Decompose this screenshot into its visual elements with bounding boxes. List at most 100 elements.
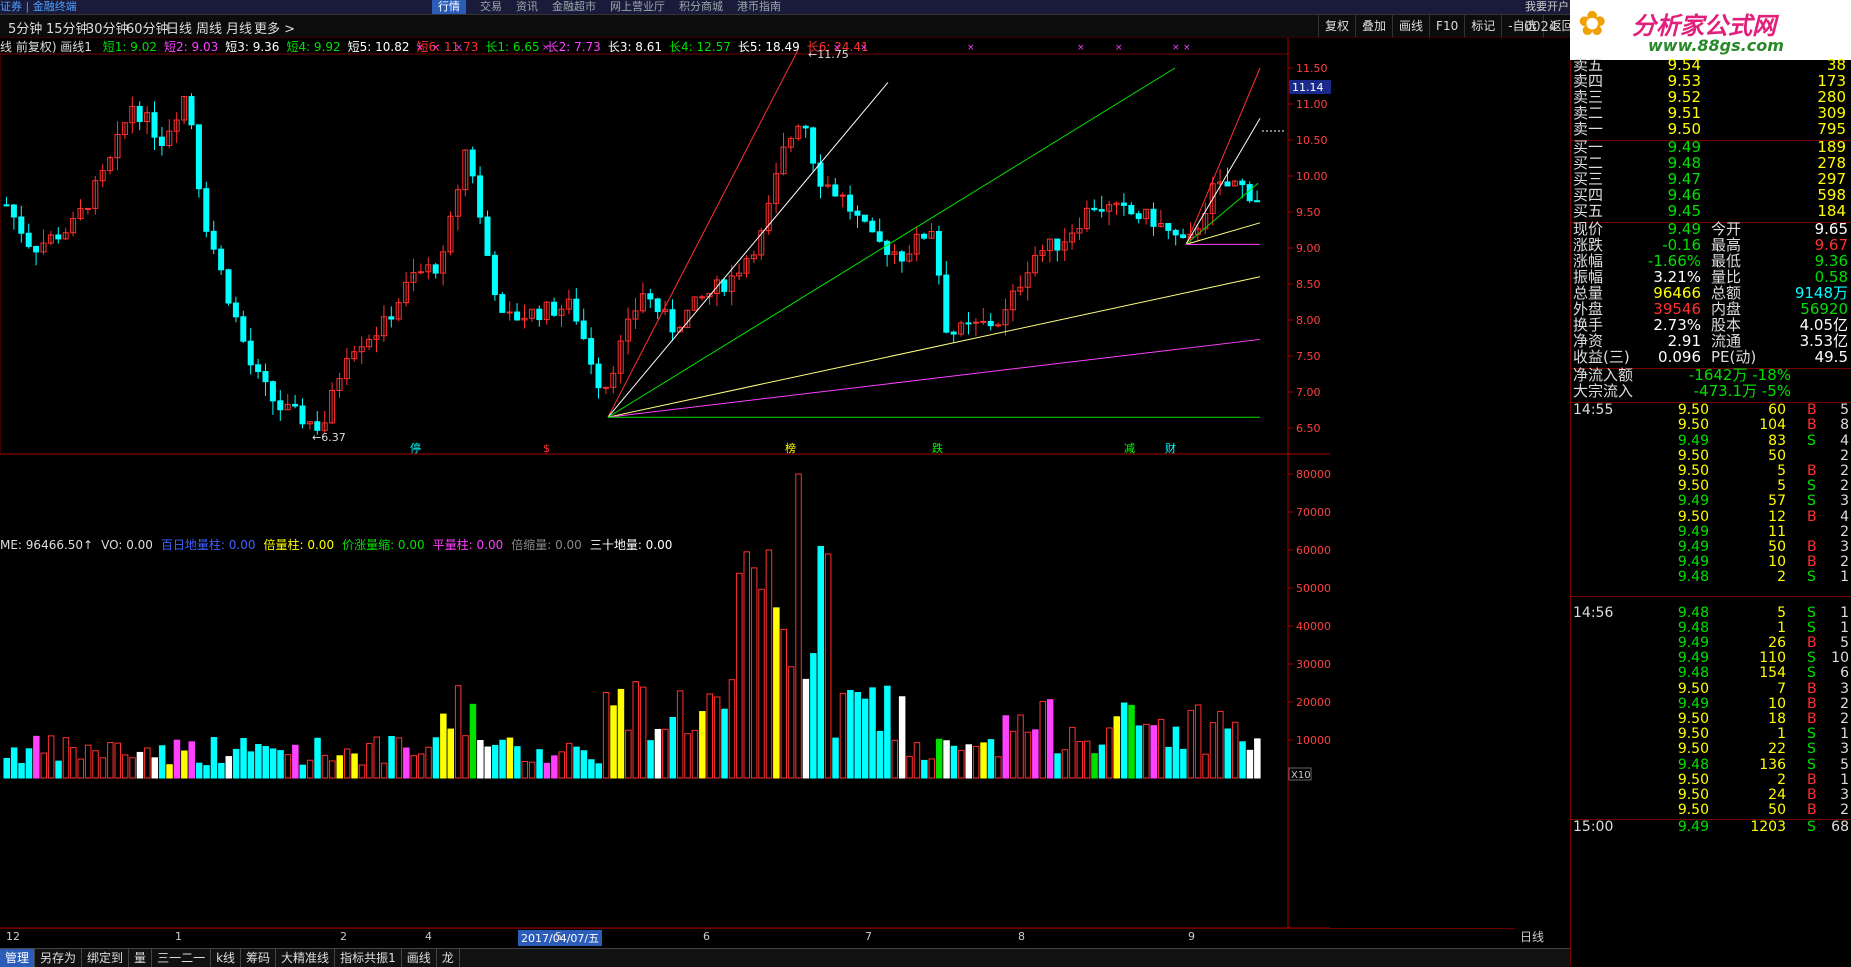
price-axis-label: 10.50: [1296, 134, 1328, 147]
signal-marker: ×: [1077, 43, 1085, 53]
kline-chart[interactable]: 11.50 11.00 10.50 10.00 9.50 9.00 8.50 8.00 7.50…: [0, 0, 1570, 966]
event-marker[interactable]: 榜: [785, 441, 796, 455]
volume-indicator: 平量柱: 0.00: [432, 538, 504, 552]
flow-value: -473.1万 -5%: [1661, 382, 1791, 401]
volume-bar: [491, 744, 499, 779]
signal-marker: ×: [455, 43, 463, 53]
bottom-tab[interactable]: 筹码: [241, 949, 277, 967]
candle-body: [195, 124, 202, 190]
bottom-tab[interactable]: 管理: [0, 949, 36, 967]
trend-line[interactable]: [607, 67, 1176, 418]
candle-body: [898, 251, 905, 262]
tick-time: 15:00: [1573, 819, 1614, 836]
volume-bar: [565, 742, 573, 779]
event-marker[interactable]: $: [543, 442, 550, 455]
bottom-tab[interactable]: 三一二一: [152, 949, 212, 967]
bottom-tab[interactable]: 绑定到: [82, 949, 130, 967]
volume-axis-label: 10000: [1296, 734, 1331, 747]
volume-bar: [114, 742, 121, 779]
time-tick: 12: [6, 930, 20, 943]
volume-bar: [1165, 746, 1172, 779]
volume-indicator: 倍量柱: 0.00: [263, 538, 335, 552]
candle-body: [1135, 213, 1142, 220]
candle-body: [151, 112, 158, 138]
volume-bar: [277, 750, 284, 779]
volume-bar: [188, 741, 195, 779]
candle-body: [588, 338, 595, 365]
candle-body: [158, 136, 165, 146]
volume-bar: [129, 757, 136, 779]
volume-bar: [195, 762, 203, 779]
tick-row: 9.48 2 S 1: [1571, 568, 1851, 586]
candle-body: [602, 386, 609, 389]
event-marker[interactable]: 跌: [932, 441, 943, 455]
volume-bar: [580, 750, 588, 779]
volume-bar: [617, 688, 625, 779]
candle-body: [1091, 207, 1098, 211]
candle-body: [1165, 223, 1172, 231]
candle-body: [573, 298, 580, 322]
volume-bar: [210, 737, 218, 779]
trend-line[interactable]: [1185, 118, 1261, 245]
volume-axis-label: 60000: [1296, 544, 1331, 557]
divider: [1571, 596, 1851, 598]
volume-bar: [995, 756, 1002, 779]
candle-body: [499, 294, 506, 313]
trend-line[interactable]: [1185, 182, 1259, 245]
bottom-tab[interactable]: 量: [129, 949, 153, 967]
volume-bar: [1076, 740, 1083, 779]
candle-body: [314, 421, 321, 431]
volume-bar: [144, 747, 151, 779]
volume-bar: [1194, 704, 1202, 779]
volume-bar: [70, 747, 77, 779]
volume-bar: [321, 754, 329, 779]
stat-label: PE(动): [1711, 348, 1757, 366]
time-tick: 7: [865, 930, 872, 943]
volume-bar: [1046, 699, 1054, 779]
bottom-tab[interactable]: 大精准线: [276, 949, 336, 967]
candle-body: [965, 322, 972, 325]
trend-line[interactable]: [607, 338, 1261, 418]
volume-bar: [536, 749, 543, 779]
bottom-tabs: 管理 另存为 绑定到量三一二一 k线 筹码 大精准线 指标共振1 画线龙: [0, 948, 1570, 967]
trend-line[interactable]: [607, 49, 799, 418]
tick-count: 2: [1840, 802, 1849, 819]
candle-body: [1180, 234, 1187, 239]
volume-bar: [410, 755, 417, 779]
signal-marker: ×: [1172, 43, 1180, 53]
price-axis-label: 8.00: [1296, 314, 1321, 327]
bottom-tab[interactable]: 指标共振1: [335, 949, 402, 967]
event-marker[interactable]: 停: [410, 441, 421, 455]
volume-bar: [25, 748, 33, 779]
candle-body: [551, 301, 558, 316]
volume-bar: [440, 713, 447, 779]
volume-bar: [255, 743, 262, 779]
volume-bar: [3, 757, 10, 779]
volume-bar: [403, 747, 410, 779]
volume-bar: [225, 756, 232, 779]
candles: [3, 93, 1261, 435]
volume-bar: [84, 744, 92, 779]
candle-body: [876, 231, 883, 242]
volume-bar: [1202, 753, 1209, 779]
volume-bar: [33, 735, 40, 779]
bottom-tab[interactable]: 画线: [402, 949, 437, 967]
bottom-tab[interactable]: 另存为: [35, 949, 83, 967]
volume-bar: [1157, 718, 1165, 779]
trend-line[interactable]: [607, 276, 1261, 418]
bottom-tab[interactable]: 龙: [437, 949, 460, 967]
volume-bar: [18, 763, 25, 779]
event-marker[interactable]: 财: [1165, 441, 1176, 455]
candle-body: [262, 371, 269, 383]
bottom-tab[interactable]: k线: [211, 949, 242, 967]
candle-body: [869, 220, 876, 233]
volume-bar: [573, 746, 580, 779]
event-marker[interactable]: 减: [1124, 442, 1135, 455]
volume-bar: [691, 729, 699, 779]
candle-body: [647, 293, 654, 300]
candle-body: [477, 175, 484, 218]
volume-bar: [921, 759, 928, 779]
trend-line[interactable]: [607, 82, 889, 418]
volume-bar: [358, 764, 366, 779]
trend-line[interactable]: [1185, 67, 1261, 245]
